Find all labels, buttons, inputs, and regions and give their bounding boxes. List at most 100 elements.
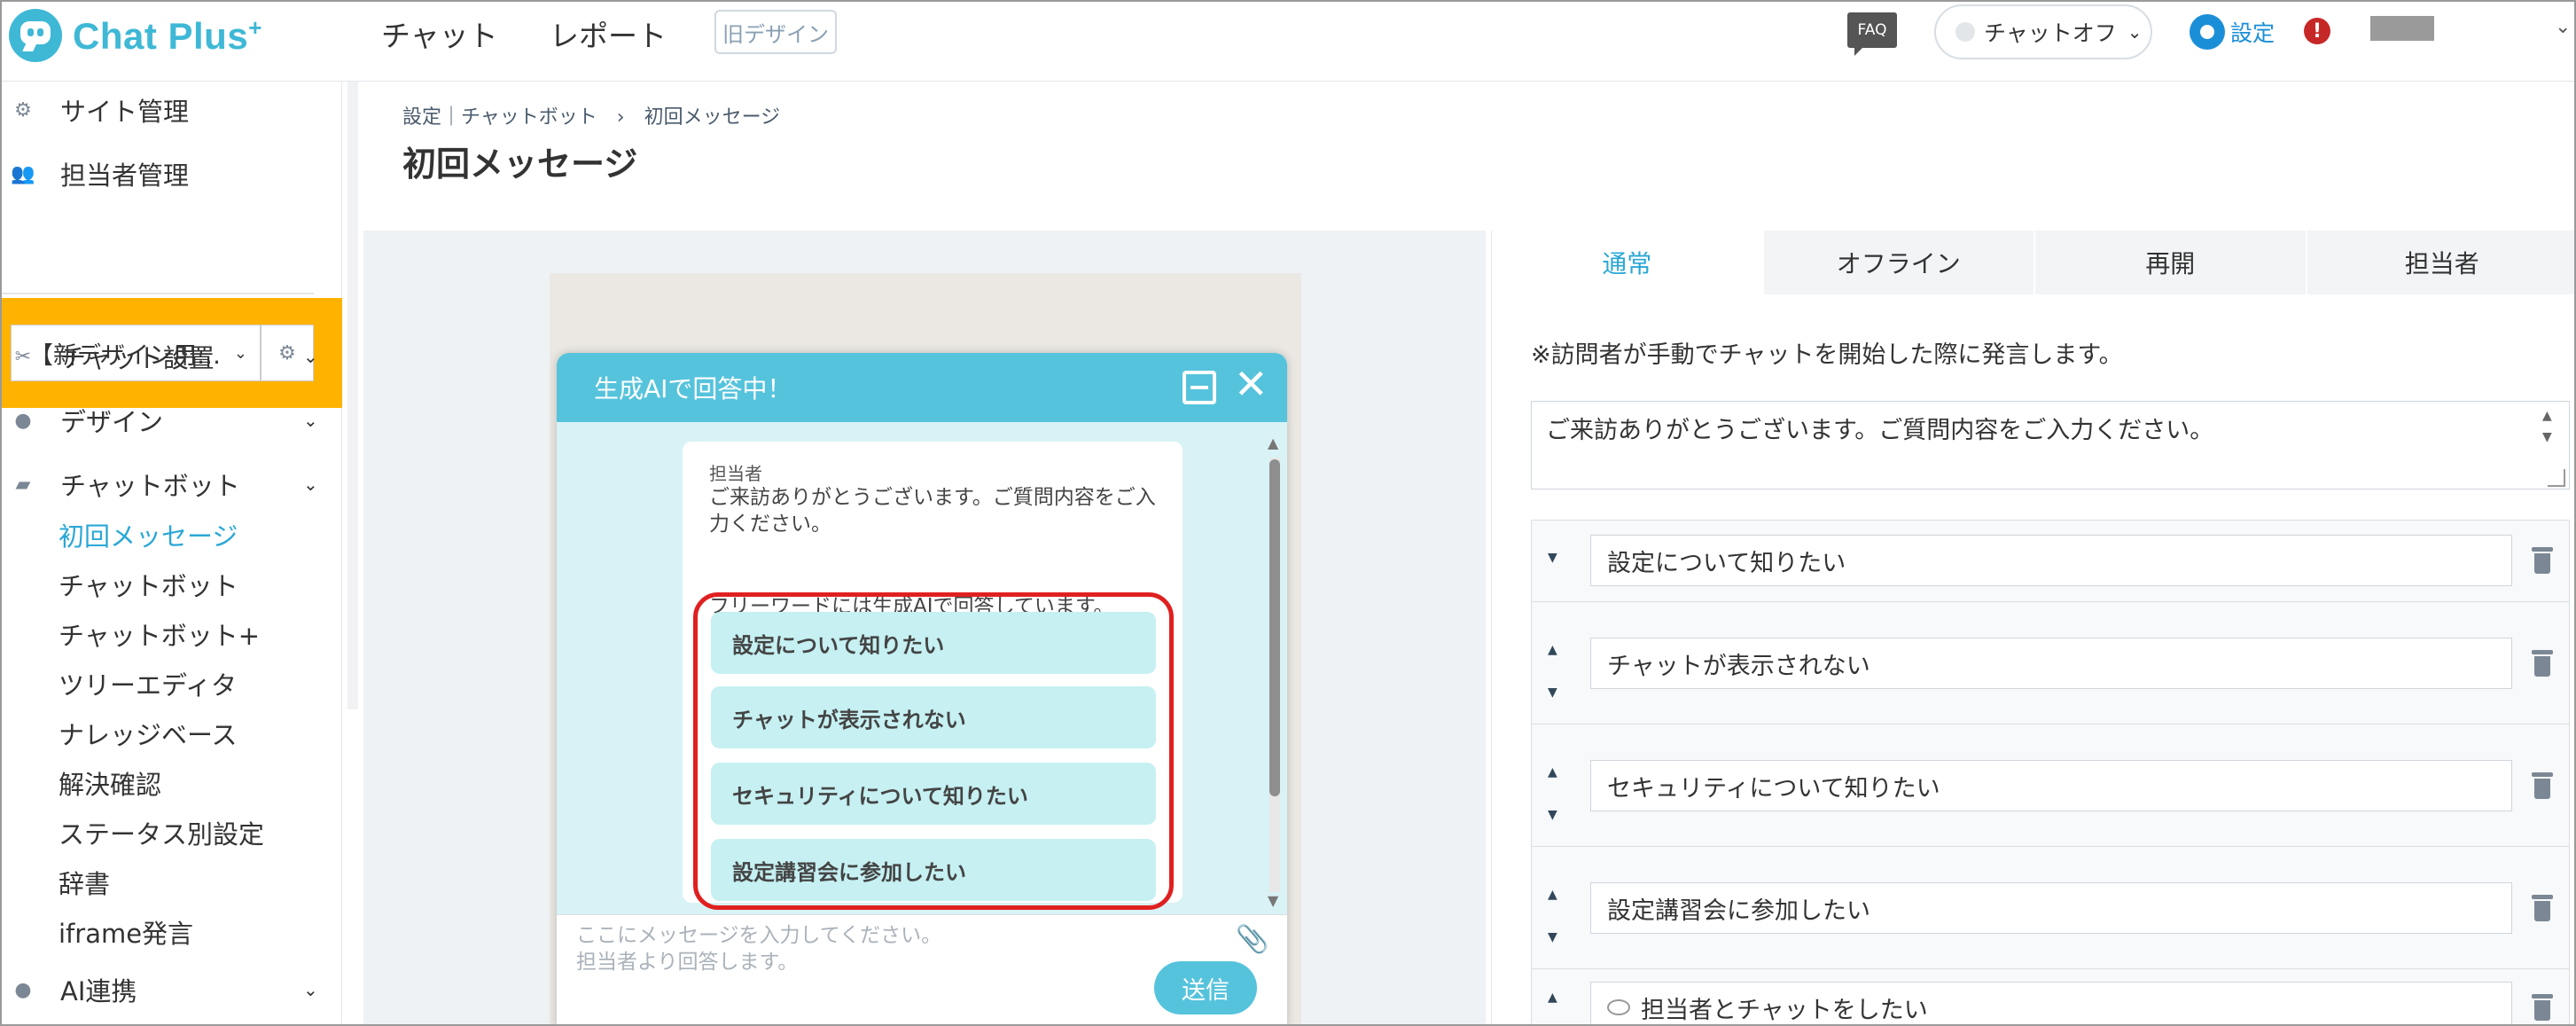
top-bar: Chat Plus+ チャット レポート 旧デザイン FAQ チャットオフ ⌄ … [2, 2, 2574, 82]
chat-status-dropdown[interactable]: チャットオフ ⌄ [1934, 4, 2152, 59]
sidebar-subitem-iframe[interactable]: iframe発言 [59, 913, 193, 951]
choices-list: ▼ 設定について知りたい ▲ ▼ チャットが表示されない ▲ ▼ セキュリティについ… [1531, 520, 2570, 1024]
trash-icon[interactable] [2532, 650, 2553, 677]
sidebar-subitem-first-message[interactable]: 初回メッセージ [59, 516, 238, 553]
sidebar-item-label: サイト管理 [60, 97, 190, 127]
gear-icon [2190, 14, 2225, 50]
sidebar-item-chatbot[interactable]: ▰ チャットボット ⌄ [2, 458, 342, 511]
tab-resume[interactable]: 再開 [2035, 231, 2307, 294]
move-arrows-icon[interactable]: ▲ ▼ [1548, 629, 1565, 714]
alert-icon[interactable]: ! [2304, 18, 2330, 44]
old-design-button[interactable]: 旧デザイン [714, 10, 837, 54]
settings-panel: 通常 オフライン 再開 担当者 ※訪問者が手動でチャットを開始した際に発言します… [1491, 231, 2575, 1024]
sidebar-subitem-chatbot[interactable]: チャットボット [59, 566, 238, 603]
widget-title: 生成AIで回答中！ [594, 374, 792, 403]
sidebar-subitem-status-settings[interactable]: ステータス別設定 [59, 814, 264, 851]
sidebar-subitem-chatbot-plus[interactable]: チャットボット+ [59, 615, 260, 653]
settings-label: 設定 [2230, 20, 2275, 46]
palette-icon: ● [14, 409, 32, 432]
user-name-redacted[interactable] [2370, 16, 2434, 41]
move-arrows-icon[interactable]: ▲ ▼ [1548, 873, 1565, 959]
message-input-placeholder[interactable]: ここにメッセージを入力してください。 担当者より回答します。 [576, 922, 941, 975]
first-message-textarea[interactable]: ご来訪ありがとうございます。ご質問内容をご入力ください。 ▲ ▼ [1531, 401, 2570, 490]
chevron-down-icon: ⌄ [2127, 21, 2143, 43]
scroll-down-icon[interactable]: ▼ [1268, 892, 1278, 909]
tab-normal[interactable]: 通常 [1492, 231, 1764, 294]
sidebar: ⚙ サイト管理 👥 担当者管理 【新デザイン用… ⌄ ⚙ ✂ チャット設置 ⌄ … [2, 82, 342, 1024]
nav-chat[interactable]: チャット [381, 12, 498, 55]
minimize-icon[interactable] [1183, 371, 1216, 404]
chevron-down-icon: ⌄ [303, 346, 318, 367]
user-menu-chevron-icon[interactable]: ⌄ [2555, 16, 2571, 38]
choice-input[interactable]: 設定について知りたい [1590, 535, 2512, 586]
users-icon: 👥 [11, 162, 35, 185]
divider [2, 293, 314, 294]
page-header: 設定｜チャットボット › 初回メッセージ 初回メッセージ [363, 82, 2574, 231]
speech-bubble-icon [1607, 999, 1630, 1015]
sidebar-item-label: チャットボット [60, 471, 240, 501]
widget-choice-1[interactable]: 設定について知りたい [711, 612, 1156, 674]
status-dot-icon [1955, 22, 1975, 42]
chat-bubbles-icon: ▰ [15, 473, 31, 496]
choice-row: ▲ 担当者とチャットをしたい [1532, 969, 2569, 1024]
sidebar-scrollbar[interactable] [347, 82, 358, 709]
widget-choice-3[interactable]: セキュリティについて知りたい [711, 763, 1156, 825]
scroll-up-icon[interactable]: ▲ [1268, 435, 1278, 451]
widget-choice-2[interactable]: チャットが表示されない [711, 686, 1156, 748]
message-greeting: ご来訪ありがとうございます。ご質問内容をご入力ください。 [709, 486, 1156, 536]
logo[interactable]: Chat Plus+ [9, 9, 262, 62]
breadcrumb[interactable]: 設定｜チャットボット › 初回メッセージ [402, 101, 780, 129]
widget-scrollbar[interactable]: ▲ ▼ [1266, 431, 1280, 910]
logo-text: Chat Plus+ [73, 13, 262, 57]
choice-row: ▼ 設定について知りたい [1532, 521, 2569, 602]
textarea-scroll-icon[interactable]: ▲ ▼ [2542, 405, 2552, 448]
trash-icon[interactable] [2532, 772, 2553, 799]
sidebar-item-label: チャット設置 [60, 343, 215, 373]
first-message-text: ご来訪ありがとうございます。ご質問内容をご入力ください。 [1546, 417, 2214, 444]
sidebar-item-site-manage[interactable]: ⚙ サイト管理 [2, 83, 342, 137]
trash-icon[interactable] [2532, 994, 2553, 1021]
sidebar-item-ai[interactable]: ● AI連携 ⌄ [2, 963, 342, 1016]
widget-header: 生成AIで回答中！ ✕ [557, 353, 1287, 422]
tab-offline[interactable]: オフライン [1764, 231, 2035, 294]
attach-icon[interactable]: 📎 [1236, 924, 1268, 955]
sidebar-item-design[interactable]: ● デザイン ⌄ [2, 394, 342, 447]
choice-row: ▲ ▼ セキュリティについて知りたい [1532, 724, 2569, 847]
sidebar-subitem-dictionary[interactable]: 辞書 [59, 864, 110, 901]
sidebar-item-label: AI連携 [60, 976, 137, 1006]
sidebar-subitem-resolution[interactable]: 解決確認 [59, 764, 161, 802]
sidebar-item-label: デザイン [60, 407, 164, 437]
tools-icon: ✂ [14, 345, 32, 368]
settings-link[interactable]: 設定 [2190, 14, 2275, 50]
widget-choice-4[interactable]: 設定講習会に参加したい [711, 839, 1156, 901]
tab-staff[interactable]: 担当者 [2307, 231, 2575, 294]
choice-row: ▲ ▼ チャットが表示されない [1532, 602, 2569, 724]
trash-icon[interactable] [2532, 895, 2553, 921]
sidebar-item-staff-manage[interactable]: 👥 担当者管理 [2, 147, 342, 200]
choice-input[interactable]: 担当者とチャットをしたい [1590, 982, 2512, 1024]
send-button[interactable]: 送信 [1154, 961, 1257, 1014]
choice-input-text: 担当者とチャットをしたい [1641, 996, 1928, 1024]
resize-handle-icon[interactable] [2548, 469, 2565, 487]
gear-icon: ⚙ [14, 98, 32, 121]
chevron-down-icon: ⌄ [303, 410, 318, 431]
sidebar-subitem-knowledge-base[interactable]: ナレッジベース [59, 715, 238, 752]
lightbulb-icon: ● [14, 978, 32, 1001]
message-sender: 担当者 [709, 463, 762, 484]
chat-plus-logo-icon [9, 9, 62, 62]
close-icon[interactable]: ✕ [1234, 364, 1268, 404]
move-up-icon[interactable]: ▲ [1548, 991, 1565, 1005]
sidebar-item-chat-settings[interactable]: ✂ チャット設置 ⌄ [2, 330, 342, 383]
sidebar-subitem-tree-editor[interactable]: ツリーエディタ [59, 665, 237, 702]
trash-icon[interactable] [2532, 547, 2553, 574]
faq-icon[interactable]: FAQ [1847, 12, 1897, 56]
nav-report[interactable]: レポート [550, 12, 667, 55]
move-down-icon[interactable]: ▼ [1548, 551, 1565, 565]
widget-input-area[interactable]: ここにメッセージを入力してください。 担当者より回答します。 📎 送信 [557, 914, 1287, 1024]
scroll-thumb[interactable] [1269, 459, 1280, 796]
move-arrows-icon[interactable]: ▲ ▼ [1548, 751, 1565, 836]
app-frame: Chat Plus+ チャット レポート 旧デザイン FAQ チャットオフ ⌄ … [0, 0, 2576, 1026]
choice-input[interactable]: チャットが表示されない [1590, 638, 2512, 689]
choice-input[interactable]: 設定講習会に参加したい [1590, 882, 2512, 934]
choice-input[interactable]: セキュリティについて知りたい [1590, 760, 2512, 811]
